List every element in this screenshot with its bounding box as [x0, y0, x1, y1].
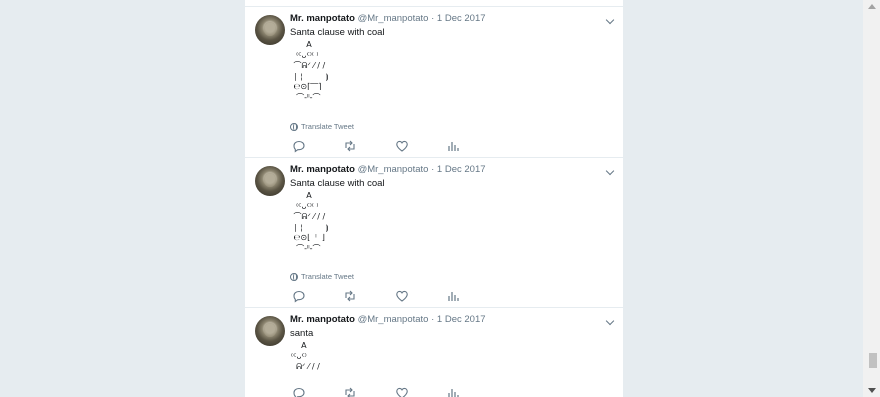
retweet-icon[interactable] — [343, 386, 357, 397]
tweet-actions — [292, 139, 462, 153]
translate-tweet-link[interactable]: Translate Tweet — [290, 122, 354, 131]
tweet-date[interactable]: 1 Dec 2017 — [437, 314, 486, 325]
reply-icon[interactable] — [292, 289, 306, 303]
tweet-date[interactable]: 1 Dec 2017 — [437, 13, 486, 24]
separator-dot: · — [431, 13, 435, 24]
tweet-date[interactable]: 1 Dec 2017 — [437, 164, 486, 175]
heart-icon[interactable] — [395, 139, 409, 153]
tweet-ascii-art: A ⁽ᑦᴗᑦ⁾⁽ ⁾ ⌒ᕱᐟ ⁄ / / ∣ ¦ ⦘ ℮⊙⌈‾‾⌉ ⌒-ˡˡ-⌒ — [293, 40, 329, 102]
separator-dot: · — [431, 164, 435, 175]
globe-icon — [290, 272, 298, 281]
retweet-icon[interactable] — [343, 139, 357, 153]
globe-icon — [290, 122, 298, 131]
user-name[interactable]: Mr. manpotato — [290, 13, 355, 24]
analytics-icon[interactable] — [446, 289, 460, 303]
tweet[interactable]: Mr. manpotato @Mr_manpotato · 1 Dec 2017… — [245, 7, 623, 158]
separator-dot: · — [431, 314, 435, 325]
scroll-down-arrow-icon[interactable] — [868, 388, 876, 393]
avatar[interactable] — [255, 166, 285, 196]
tweet-ascii-art: A ⁽ᑦᴗᑦ⁾⁽ ⁾ ⌒ᕱᐟ ⁄ / / ∣ ¦ ⦘ ℮⊙⌊ ˡ ⌋ ⌒-ˡˡ-… — [293, 191, 329, 253]
user-name[interactable]: Mr. manpotato — [290, 314, 355, 325]
tweet-actions — [292, 289, 462, 303]
chevron-down-icon[interactable] — [605, 15, 615, 25]
tweet-header: Mr. manpotato @Mr_manpotato · 1 Dec 2017 — [290, 164, 486, 175]
page-scrollbar[interactable] — [863, 0, 880, 397]
chevron-down-icon[interactable] — [605, 316, 615, 326]
user-name[interactable]: Mr. manpotato — [290, 164, 355, 175]
scroll-up-arrow-icon[interactable] — [868, 4, 876, 9]
translate-label: Translate Tweet — [301, 272, 354, 281]
tweet-header: Mr. manpotato @Mr_manpotato · 1 Dec 2017 — [290, 314, 486, 325]
retweet-icon[interactable] — [343, 289, 357, 303]
avatar[interactable] — [255, 15, 285, 45]
tweet-text: Santa clause with coal — [290, 27, 385, 38]
reply-icon[interactable] — [292, 139, 306, 153]
tweet[interactable]: Mr. manpotato @Mr_manpotato · 1 Dec 2017… — [245, 308, 623, 397]
user-handle[interactable]: @Mr_manpotato — [358, 164, 429, 175]
analytics-icon[interactable] — [446, 139, 460, 153]
user-handle[interactable]: @Mr_manpotato — [358, 314, 429, 325]
tweet-ascii-art: A ⁽ᑦᴗᑦ⁾ ᕱᐟ ⁄ / / — [291, 341, 320, 372]
tweet-actions — [292, 386, 462, 397]
tweet-text: santa — [290, 328, 314, 339]
tweet-header: Mr. manpotato @Mr_manpotato · 1 Dec 2017 — [290, 13, 486, 24]
heart-icon[interactable] — [395, 289, 409, 303]
timeline: Mr. manpotato @Mr_manpotato · 1 Dec 2017… — [245, 0, 623, 397]
translate-tweet-link[interactable]: Translate Tweet — [290, 272, 354, 281]
analytics-icon[interactable] — [446, 386, 460, 397]
reply-icon[interactable] — [292, 386, 306, 397]
heart-icon[interactable] — [395, 386, 409, 397]
user-handle[interactable]: @Mr_manpotato — [358, 13, 429, 24]
translate-label: Translate Tweet — [301, 122, 354, 131]
chevron-down-icon[interactable] — [605, 166, 615, 176]
avatar[interactable] — [255, 316, 285, 346]
scrollbar-thumb[interactable] — [869, 353, 877, 368]
tweet-text: Santa clause with coal — [290, 178, 385, 189]
tweet[interactable]: Mr. manpotato @Mr_manpotato · 1 Dec 2017… — [245, 158, 623, 308]
